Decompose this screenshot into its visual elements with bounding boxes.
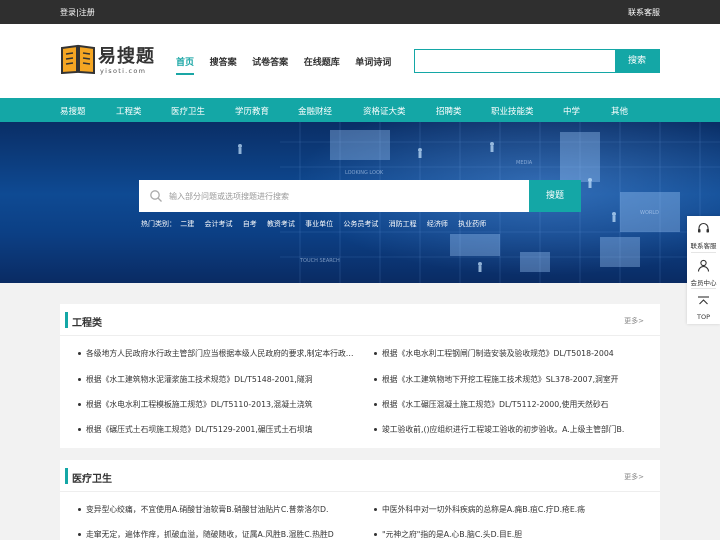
hero-banner: LOOKING LOOK MEDIA WORLD TOUCH SEARCH 搜题…	[0, 122, 720, 283]
section-header: 医疗卫生 更多>	[60, 460, 660, 492]
category-item[interactable]: 招聘类	[436, 105, 462, 117]
search-icon	[150, 190, 162, 202]
hot-categories-label: 热门类别：	[141, 220, 176, 228]
list-item[interactable]: 根据《碾压式土石坝施工规范》DL/T5129-2001,碾压式土石坝填	[76, 424, 361, 435]
site-logo[interactable]: 易搜题 yisoti.com	[60, 42, 160, 82]
category-item[interactable]: 学历教育	[235, 105, 269, 117]
banner-search-button[interactable]: 搜题	[529, 180, 581, 212]
logo-domain: yisoti.com	[100, 67, 147, 75]
hot-category-link[interactable]: 消防工程	[389, 220, 417, 228]
banner-deco-text: TOUCH SEARCH	[299, 258, 340, 264]
banner-deco-text: MEDIA	[516, 160, 533, 166]
more-link[interactable]: 更多>	[624, 316, 644, 326]
category-item[interactable]: 其他	[611, 105, 628, 117]
banner-deco-text: LOOKING LOOK	[345, 170, 384, 176]
side-float-panel: 联系客服 会员中心 TOP	[687, 216, 720, 324]
nav-search-answers[interactable]: 搜答案	[210, 55, 237, 68]
login-register-link[interactable]: 登录|注册	[60, 7, 95, 18]
side-member-label: 会员中心	[690, 279, 717, 287]
list-item[interactable]: 中医外科中对一切外科疾病的总称是A.痈B.疽C.疔D.疮E.疡	[372, 504, 657, 515]
category-item[interactable]: 资格证大类	[363, 105, 406, 117]
banner-deco-text: WORLD	[640, 210, 659, 216]
list-item[interactable]: 走窜无定，遍体作痒，抓破血溢，随破随收，证属A.风胜B.湿胜C.热胜D	[76, 529, 361, 540]
nav-words-poems[interactable]: 单词诗词	[355, 55, 391, 68]
category-item[interactable]: 中学	[563, 105, 580, 117]
section-title: 医疗卫生	[72, 474, 112, 485]
user-icon	[697, 259, 710, 272]
hot-category-link[interactable]: 执业药师	[458, 220, 486, 228]
category-item[interactable]: 职业技能类	[491, 105, 534, 117]
header-search-input[interactable]	[415, 50, 617, 72]
hot-category-link[interactable]: 事业单位	[305, 220, 333, 228]
side-contact-service[interactable]: 联系客服	[687, 216, 720, 252]
category-item[interactable]: 医疗卫生	[171, 105, 205, 117]
banner-search: 搜题	[139, 180, 581, 212]
list-item[interactable]: 根据《水电水利工程模板施工规范》DL/T5110-2013,混凝土浇筑	[76, 399, 361, 410]
hot-categories: 热门类别： 二建 会计考试 自考 教资考试 事业单位 公务员考试 消防工程 经济…	[141, 219, 494, 229]
category-item[interactable]: 工程类	[116, 105, 142, 117]
header-search: 搜索	[414, 49, 660, 73]
section-medical: 医疗卫生 更多> 变异型心绞痛，不宜使用A.硝酸甘油软膏B.硝酸甘油贴片C.普萘…	[60, 460, 660, 540]
category-item[interactable]: 金融财经	[298, 105, 332, 117]
list-item[interactable]: 各级地方人民政府水行政主管部门应当根据本级人民政府的要求,制定本行政区域内的水利…	[76, 348, 361, 359]
banner-search-input[interactable]	[169, 180, 529, 212]
list-item[interactable]: 竣工验收前,()应组织进行工程竣工验收的初步验收。A.上级主管部门B.	[372, 424, 657, 435]
side-contact-label: 联系客服	[690, 242, 717, 250]
category-item[interactable]: 易搜题	[60, 105, 86, 117]
headset-icon	[698, 222, 709, 233]
list-item[interactable]: 根据《水工建筑物地下开挖工程施工技术规范》SL378-2007,洞室开	[372, 374, 657, 385]
list-item[interactable]: 变异型心绞痛，不宜使用A.硝酸甘油软膏B.硝酸甘油贴片C.普萘洛尔D.	[76, 504, 361, 515]
list-item[interactable]: "元神之府"指的是A.心B.脑C.头D.目E.胆	[372, 529, 657, 540]
section-header: 工程类 更多>	[60, 304, 660, 336]
category-bar: 易搜题 工程类 医疗卫生 学历教育 金融财经 资格证大类 招聘类 职业技能类 中…	[0, 98, 720, 122]
side-top-label: TOP	[696, 313, 710, 321]
nav-home[interactable]: 首页	[176, 55, 194, 75]
contact-service-link[interactable]: 联系客服	[628, 7, 660, 18]
book-logo-icon	[61, 44, 95, 74]
top-arrow-icon	[698, 296, 709, 305]
hot-category-link[interactable]: 教资考试	[267, 220, 295, 228]
hot-category-link[interactable]: 公务员考试	[343, 220, 378, 228]
nav-question-bank[interactable]: 在线题库	[304, 55, 340, 68]
more-link[interactable]: 更多>	[624, 472, 644, 482]
nav-exam-answers[interactable]: 试卷答案	[252, 55, 288, 68]
hot-category-link[interactable]: 自考	[243, 220, 257, 228]
logo-brand-name: 易搜题	[98, 46, 155, 67]
section-title: 工程类	[72, 318, 102, 329]
header: 易搜题 yisoti.com 首页 搜答案 试卷答案 在线题库 单词诗词 搜索	[0, 24, 720, 98]
header-search-button[interactable]: 搜索	[615, 49, 659, 73]
side-back-to-top[interactable]: TOP	[687, 289, 720, 325]
top-bar: 登录|注册 联系客服	[0, 0, 720, 24]
hot-category-link[interactable]: 二建	[180, 220, 194, 228]
side-member-center[interactable]: 会员中心	[687, 253, 720, 289]
main-nav: 首页 搜答案 试卷答案 在线题库 单词诗词	[176, 55, 404, 75]
section-engineering: 工程类 更多> 各级地方人民政府水行政主管部门应当根据本级人民政府的要求,制定本…	[60, 304, 660, 448]
list-item[interactable]: 根据《水工建筑物水泥灌浆施工技术规范》DL/T5148-2001,隧洞	[76, 374, 361, 385]
hot-category-link[interactable]: 经济师	[427, 220, 448, 228]
hot-category-link[interactable]: 会计考试	[204, 220, 232, 228]
list-item[interactable]: 根据《水电水利工程钢闸门制造安装及验收规范》DL/T5018-2004	[372, 348, 657, 359]
list-item[interactable]: 根据《水工碾压混凝土施工规范》DL/T5112-2000,使用天然砂石	[372, 399, 657, 410]
